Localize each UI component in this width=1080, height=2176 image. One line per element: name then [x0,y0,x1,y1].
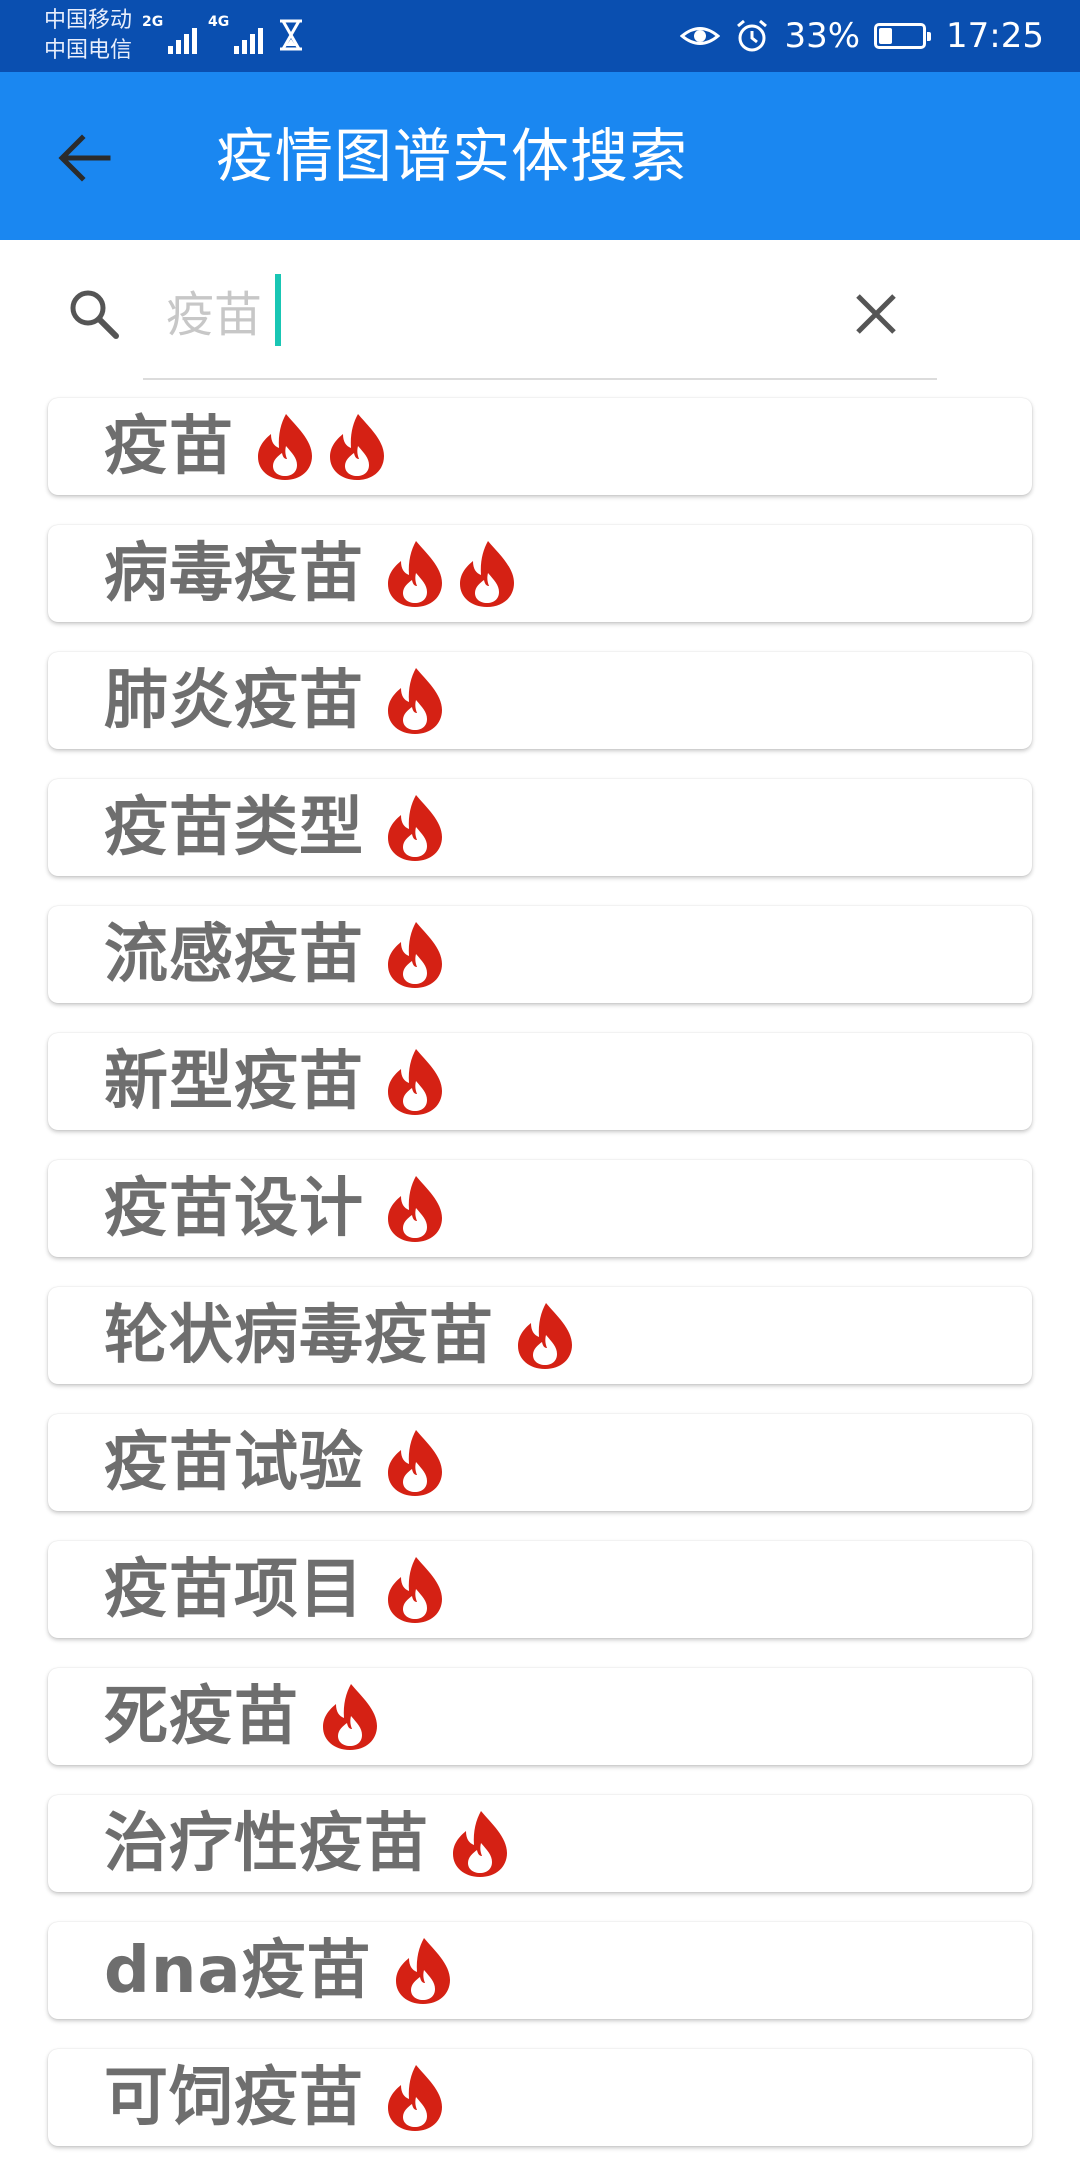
clear-button[interactable] [846,284,906,344]
hot-indicator [386,1174,444,1244]
flame-icon [388,667,442,734]
flame-icon [460,540,514,607]
result-label: 死疫苗 [104,1679,299,1754]
result-item[interactable]: 疫苗试验 [48,1414,1032,1511]
flame-icon [388,1048,442,1115]
hot-indicator [386,2063,444,2133]
result-item[interactable]: 死疫苗 [48,1668,1032,1765]
hourglass-icon [280,19,302,51]
result-item[interactable]: 治疗性疫苗 [48,1795,1032,1892]
alarm-icon [737,19,768,52]
hot-indicator [386,920,444,990]
result-item[interactable]: 疫苗设计 [48,1160,1032,1257]
result-label: 疫苗试验 [104,1425,364,1500]
arrow-left-icon [58,134,111,182]
result-item[interactable]: 疫苗 [48,398,1032,495]
search-underline [143,378,937,380]
flame-icon [388,1175,442,1242]
result-item[interactable]: 可饲疫苗 [48,2049,1032,2146]
flame-icon [388,540,442,607]
hot-indicator [516,1301,574,1371]
network-type-2: 4G [208,14,230,30]
flame-icon [388,1429,442,1496]
results-list: 疫苗病毒疫苗肺炎疫苗疫苗类型流感疫苗新型疫苗疫苗设计轮状病毒疫苗 疫苗试验疫苗项目… [48,398,1032,2176]
result-label: 疫苗 [104,409,234,484]
result-label: 治疗性疫苗 [104,1806,429,1881]
hot-indicator [386,539,516,609]
battery-icon [874,23,932,49]
hot-indicator [256,412,386,482]
result-item[interactable]: dna疫苗 [48,1922,1032,2019]
flame-icon [388,794,442,861]
result-item[interactable]: 肺炎疫苗 [48,652,1032,749]
search-icon [70,290,119,339]
network-type-1: 2G [142,14,164,30]
carrier-2: 中国电信 [44,38,133,63]
hot-indicator [386,1047,444,1117]
hot-indicator [394,1936,452,2006]
page-title: 疫情图谱实体搜索 [216,122,689,190]
status-bar: 中国移动 中国电信 2G 4G 33% 17:25 [0,0,1080,72]
signal-strength-icon-1: 2G [142,14,198,54]
result-item[interactable]: 轮状病毒疫苗 [48,1287,1032,1384]
result-label: dna疫苗 [104,1933,372,2008]
result-label: 轮状病毒疫苗 [104,1298,494,1373]
hot-indicator [386,1555,444,1625]
battery-percent: 33% [784,16,861,56]
result-item[interactable]: 病毒疫苗 [48,525,1032,622]
result-label: 新型疫苗 [104,1044,364,1119]
carrier-info: 中国移动 中国电信 [44,6,132,66]
back-button[interactable] [44,120,124,196]
flame-icon [388,1556,442,1623]
hot-indicator [451,1809,509,1879]
result-item[interactable]: 疫苗类型 [48,779,1032,876]
result-item[interactable]: 流感疫苗 [48,906,1032,1003]
result-item[interactable]: 疫苗项目 [48,1541,1032,1638]
hot-indicator [386,793,444,863]
flame-icon [395,1937,450,2004]
close-icon [856,294,896,334]
carrier-1: 中国移动 [44,8,133,33]
flame-icon [258,413,312,480]
result-label: 肺炎疫苗 [104,663,364,738]
flame-icon [323,1683,377,1750]
hot-indicator [321,1682,379,1752]
flame-icon [453,1810,507,1877]
result-label: 病毒疫苗 [104,536,364,611]
flame-icon [518,1302,572,1369]
search-input[interactable] [166,280,806,350]
text-cursor [275,274,281,346]
result-label: 疫苗项目 [104,1552,364,1627]
result-label: 可饲疫苗 [104,2060,364,2135]
hot-indicator [386,666,444,736]
status-right: 33% 17:25 [680,0,1044,72]
result-label: 流感疫苗 [104,917,364,992]
result-label: 疫苗设计 [104,1171,364,1246]
flame-icon [388,2064,442,2131]
flame-icon [330,413,384,480]
eye-comfort-icon [680,27,721,45]
result-label: 疫苗类型 [104,790,364,865]
signal-strength-icon-2: 4G [208,14,264,54]
clock: 17:25 [946,16,1044,56]
result-item[interactable]: 新型疫苗 [48,1033,1032,1130]
app-bar: 疫情图谱实体搜索 [0,72,1080,240]
search-bar [0,240,1080,390]
flame-icon [388,921,442,988]
hot-indicator [386,1428,444,1498]
